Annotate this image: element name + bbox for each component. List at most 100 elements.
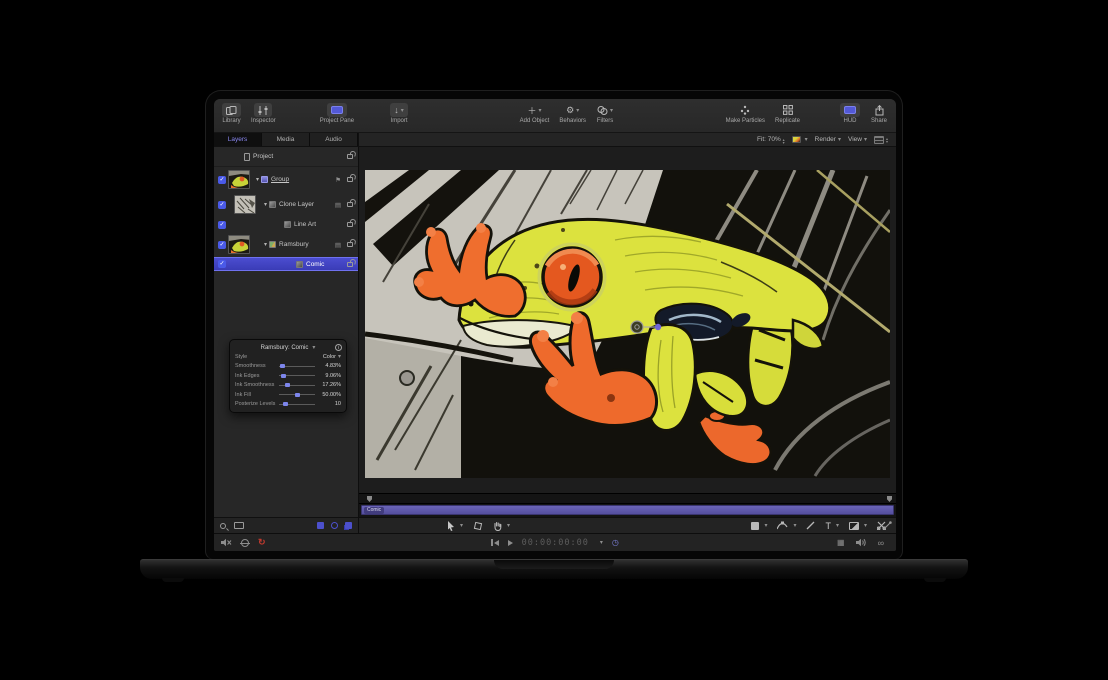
hud-row-smoothness[interactable]: Smoothness 4.83% — [235, 362, 341, 372]
replicate-label: Replicate — [775, 118, 800, 124]
add-object-button[interactable]: ＋▾ Add Object — [520, 103, 550, 124]
search-icon[interactable] — [220, 523, 226, 529]
image-mask-icon — [849, 522, 859, 530]
canvas-area[interactable] — [359, 147, 896, 493]
layer-row-project[interactable]: Project — [214, 147, 358, 167]
layer-row-clone[interactable]: ✓ ▾ Clone Layer ▤ — [214, 192, 358, 217]
canvas-view-bar: Fit: 70% ▴▾ ▾ Render▾ View▾ ▴▾ — [359, 133, 896, 146]
inspector-button[interactable]: Inspector — [251, 103, 276, 124]
image-type-icon — [269, 241, 276, 248]
go-to-start-button[interactable] — [491, 539, 499, 546]
disclosure-icon[interactable]: ▾ — [264, 241, 267, 248]
layer-row-group[interactable]: ✓ ▾ Group ⚑ — [214, 167, 358, 192]
share-button[interactable]: Share — [870, 103, 888, 124]
hud-panel[interactable]: Ramsbury: Comic▾ i Style Color▾ Smoothne… — [229, 339, 347, 413]
hud-row-ink-smoothness[interactable]: Ink Smoothness 17.26% — [235, 381, 341, 391]
play-range-start-marker[interactable] — [367, 496, 372, 502]
posterize-levels-slider[interactable] — [279, 404, 315, 405]
path-points-toggle[interactable] — [883, 521, 892, 530]
checkbox-ramsbury[interactable]: ✓ — [218, 241, 226, 249]
lock-icon[interactable] — [347, 177, 353, 182]
hud-row-ink-fill[interactable]: Ink Fill 50.00% — [235, 390, 341, 400]
inspector-icon — [254, 103, 272, 117]
timecode-display[interactable]: 00:00:00:00 — [522, 538, 589, 548]
disclosure-icon[interactable]: ▾ — [256, 176, 259, 183]
checkbox-group[interactable]: ✓ — [218, 176, 226, 184]
filter-view-icon[interactable] — [234, 522, 244, 529]
ink-smoothness-slider[interactable] — [279, 385, 315, 386]
select-transform-tool[interactable]: ▾ — [447, 521, 463, 531]
rectangle-tool[interactable]: ▾ — [751, 522, 767, 530]
ink-edges-slider[interactable] — [279, 375, 315, 376]
behaviors-gear-icon: ⚙▾ — [564, 103, 582, 117]
layout-control[interactable]: ▴▾ — [874, 136, 888, 144]
rectangle-icon — [751, 522, 759, 530]
add-object-label: Add Object — [520, 118, 550, 124]
hud-button[interactable]: HUD — [840, 103, 860, 124]
project-duration-icon[interactable]: ◷ — [612, 538, 619, 547]
transform-icon — [473, 521, 483, 531]
lock-icon[interactable] — [347, 242, 353, 247]
render-indicator-icon[interactable]: ▤ — [335, 241, 341, 249]
mask-tool[interactable]: ▾ — [849, 522, 867, 530]
play-range-end-marker[interactable] — [887, 496, 892, 502]
text-tool[interactable]: T▾ — [825, 521, 839, 531]
tab-audio[interactable]: Audio — [310, 133, 358, 146]
checkbox-clone[interactable]: ✓ — [218, 201, 226, 209]
tab-media[interactable]: Media — [262, 133, 310, 146]
play-button[interactable] — [508, 540, 513, 546]
ink-fill-slider[interactable] — [279, 394, 315, 395]
zoom-fit-control[interactable]: Fit: 70% ▴▾ — [757, 136, 785, 144]
mini-timeline[interactable]: Comic — [359, 493, 896, 517]
layout-grid-icon — [874, 136, 884, 144]
smoothness-slider[interactable] — [279, 366, 315, 367]
hud-row-posterize-levels[interactable]: Posterize Levels 10 — [235, 400, 341, 410]
layer-row-ramsbury[interactable]: ✓ ▾ Ramsbury ▤ — [214, 232, 358, 257]
layer-row-line-art[interactable]: ✓ Line Art — [214, 217, 358, 232]
make-particles-button[interactable]: Make Particles — [726, 103, 765, 124]
checkbox-line-art[interactable]: ✓ — [218, 221, 226, 229]
lock-icon[interactable] — [347, 262, 353, 267]
layers-pane-footer — [214, 517, 358, 533]
motion-app-window: Library Inspector Project Pane ↓▾ Import… — [214, 99, 896, 551]
line-tool[interactable] — [806, 521, 815, 530]
timeline-clip-comic[interactable]: Comic — [361, 505, 894, 515]
toolbar-left-group: Library Inspector Project Pane ↓▾ Import — [222, 103, 408, 124]
render-indicator-icon[interactable]: ▤ — [335, 201, 341, 209]
import-button[interactable]: ↓▾ Import — [390, 103, 408, 124]
channels-swatch-control[interactable]: ▾ — [792, 136, 808, 143]
timeline-scrubber[interactable] — [359, 494, 896, 504]
replicate-icon — [779, 103, 797, 117]
lock-icon[interactable] — [347, 202, 353, 207]
library-icon — [222, 103, 241, 117]
info-icon[interactable]: i — [335, 344, 342, 351]
adjust-tool[interactable] — [473, 521, 483, 531]
library-button[interactable]: Library — [222, 103, 241, 124]
lock-icon[interactable] — [347, 154, 353, 159]
layer-row-comic-selected[interactable]: ✓ Comic — [214, 257, 358, 271]
hud-row-ink-edges[interactable]: Ink Edges 9.06% — [235, 371, 341, 381]
project-pane-button[interactable]: Project Pane — [320, 103, 354, 124]
bezier-tool[interactable]: ▾ — [777, 521, 796, 530]
disclosure-icon[interactable]: ▾ — [264, 201, 267, 208]
render-menu[interactable]: Render▾ — [815, 136, 841, 143]
lock-icon[interactable] — [347, 222, 353, 227]
hud-label: HUD — [844, 118, 857, 124]
library-label: Library — [222, 118, 240, 124]
timecode-menu-icon[interactable]: ▾ — [600, 539, 603, 546]
checkbox-comic[interactable]: ✓ — [218, 260, 226, 268]
behaviors-button[interactable]: ⚙▾ Behaviors — [559, 103, 586, 124]
toolbar-right-group: Make Particles Replicate HUD Share — [726, 103, 888, 124]
new-camera-icon[interactable] — [331, 522, 338, 529]
flag-icon[interactable]: ⚑ — [335, 176, 341, 184]
replicate-button[interactable]: Replicate — [775, 103, 800, 124]
hud-switcher-icon[interactable]: ▾ — [312, 344, 315, 351]
pan-tool[interactable]: ▾ — [493, 521, 510, 531]
filters-button[interactable]: ▾ Filters — [596, 103, 614, 124]
hud-row-style[interactable]: Style Color▾ — [235, 352, 341, 362]
duplicate-icon[interactable] — [345, 522, 352, 529]
canvas-image-comic-frog[interactable] — [365, 170, 890, 478]
new-group-icon[interactable] — [317, 522, 324, 529]
view-menu[interactable]: View▾ — [848, 136, 867, 143]
tab-layers[interactable]: Layers — [214, 133, 262, 146]
